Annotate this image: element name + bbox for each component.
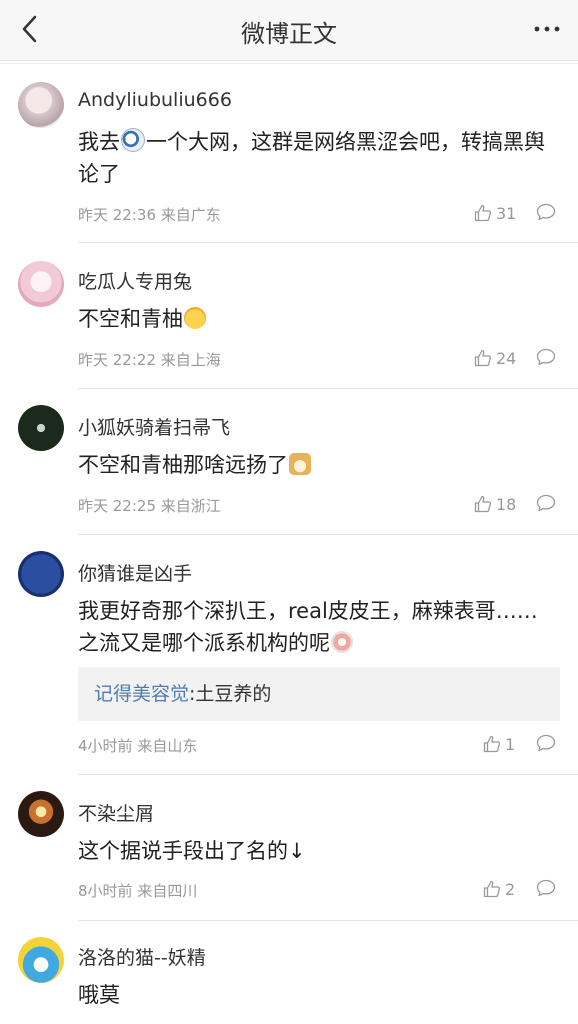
- top-navbar: 微博正文: [0, 0, 578, 61]
- like-button[interactable]: 24: [474, 349, 516, 368]
- comment-text: 我更好奇那个深扒王，real皮皮王，麻辣表哥……之流又是哪个派系机构的呢: [78, 599, 538, 655]
- like-button[interactable]: 18: [474, 495, 516, 514]
- username[interactable]: Andyliubuliu666: [78, 89, 232, 111]
- comment-bubble-icon[interactable]: [536, 348, 556, 366]
- comment-text: 我去 一个大网，这群是网络黑涩会吧，转搞黑舆论了: [78, 128, 545, 186]
- comment-text: 不空和青柚: [78, 303, 558, 335]
- thumbs-up-icon: [483, 880, 501, 898]
- avatar[interactable]: [18, 405, 64, 451]
- reply-author-link[interactable]: 记得美容觉: [78, 683, 189, 705]
- comment-meta: 4小时前 来自山东: [78, 737, 198, 755]
- comment-item: 不染尘屑 这个据说手段出了名的↓ 8小时前 来自四川 2: [0, 775, 578, 921]
- like-button[interactable]: 2: [483, 880, 515, 899]
- comment-bubble-icon[interactable]: [536, 879, 556, 897]
- comment-text: 这个据说手段出了名的↓: [78, 839, 306, 863]
- like-button[interactable]: 31: [474, 204, 516, 223]
- username[interactable]: 洛洛的猫--妖精: [78, 943, 206, 970]
- more-dots-icon[interactable]: [534, 26, 560, 32]
- thumbs-up-icon: [474, 204, 492, 222]
- like-button[interactable]: 1: [483, 735, 515, 754]
- comment-text: 哦莫: [78, 983, 120, 1007]
- comment-item: 你猜谁是凶手 我更好奇那个深扒王，real皮皮王，麻辣表哥……之流又是哪个派系机…: [0, 535, 578, 775]
- emoji-icon: [121, 128, 145, 152]
- emoji-icon: [184, 307, 206, 329]
- reply-text: :土豆养的: [189, 683, 272, 705]
- comment-meta: 昨天 22:36 来自广东: [78, 206, 221, 224]
- comment-item: Andyliubuliu666 我去 一个大网，这群是网络黑涩会吧，转搞黑舆论了 …: [0, 64, 578, 243]
- comment-bubble-icon[interactable]: [536, 734, 556, 752]
- comment-meta: 昨天 22:22 来自上海: [78, 351, 221, 369]
- comment-text: 不空和青柚那啥远扬了: [78, 449, 558, 481]
- sub-reply[interactable]: 记得美容觉:土豆养的: [78, 667, 560, 721]
- comment-item: 吃瓜人专用兔 不空和青柚 昨天 22:22 来自上海 24: [0, 243, 578, 389]
- username[interactable]: 不染尘屑: [78, 799, 154, 826]
- page-title: 微博正文: [241, 20, 337, 48]
- avatar[interactable]: [18, 551, 64, 597]
- emoji-icon: [331, 631, 353, 653]
- avatar[interactable]: [18, 937, 64, 983]
- thumbs-up-icon: [483, 735, 501, 753]
- thumbs-up-icon: [474, 349, 492, 367]
- username[interactable]: 你猜谁是凶手: [78, 559, 192, 586]
- username[interactable]: 吃瓜人专用兔: [78, 267, 192, 294]
- comment-item: 洛洛的猫--妖精 哦莫: [0, 921, 578, 1024]
- comment-bubble-icon[interactable]: [536, 494, 556, 512]
- emoji-icon: [289, 453, 311, 475]
- username[interactable]: 小狐妖骑着扫帚飞: [78, 413, 230, 440]
- comment-meta: 8小时前 来自四川: [78, 882, 198, 900]
- avatar[interactable]: [18, 791, 64, 837]
- comment-item: 小狐妖骑着扫帚飞 不空和青柚那啥远扬了 昨天 22:25 来自浙江 18: [0, 389, 578, 535]
- avatar[interactable]: [18, 261, 64, 307]
- comment-bubble-icon[interactable]: [536, 203, 556, 221]
- thumbs-up-icon: [474, 495, 492, 513]
- comment-meta: 昨天 22:25 来自浙江: [78, 497, 221, 515]
- avatar[interactable]: [18, 82, 64, 128]
